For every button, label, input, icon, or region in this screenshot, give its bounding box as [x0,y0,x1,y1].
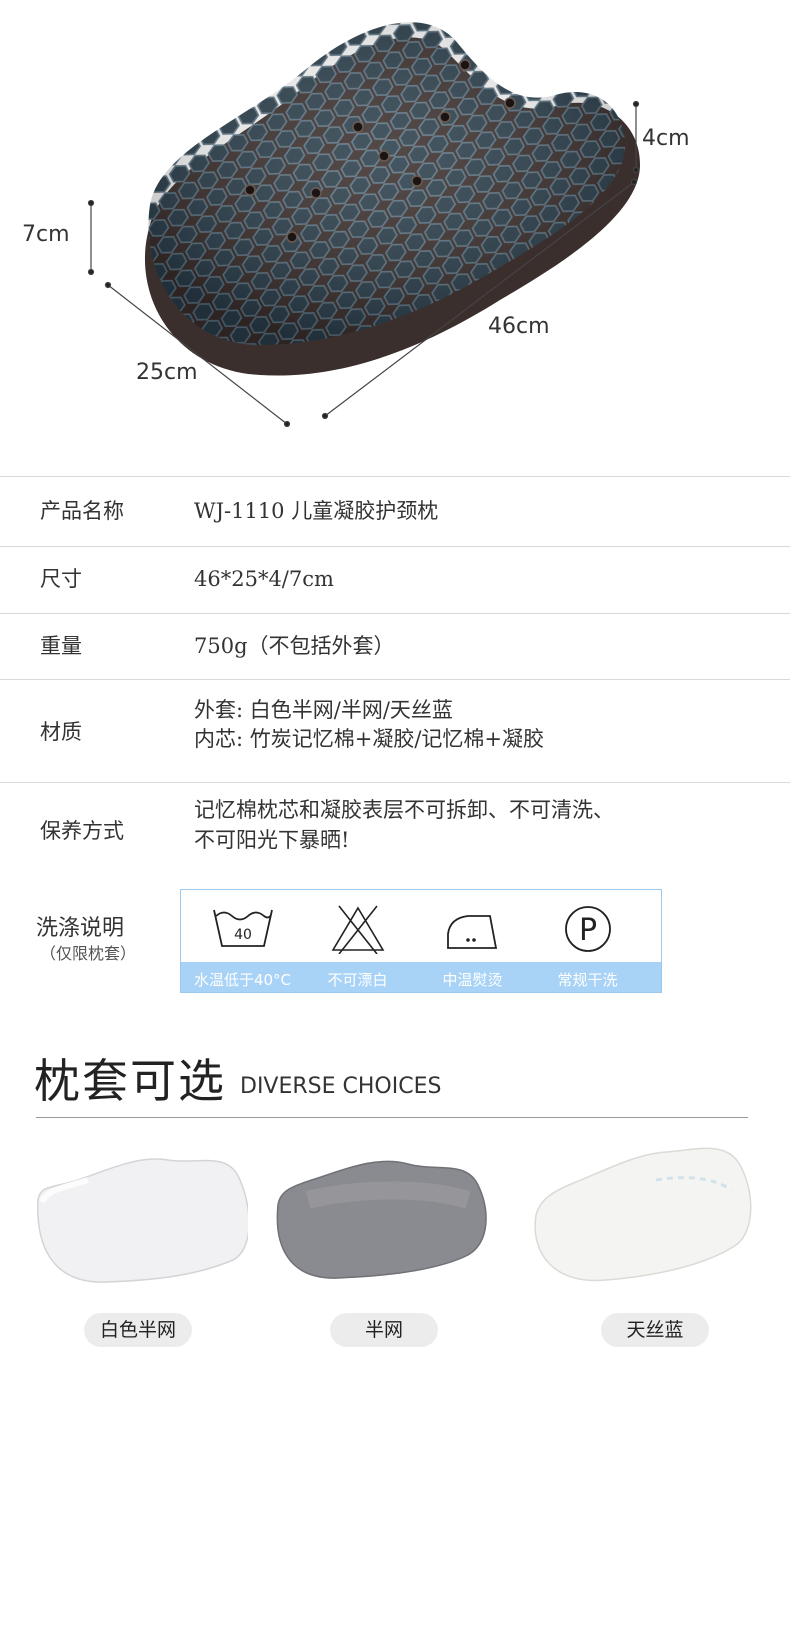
spec-label: 保养方式 [40,819,124,843]
spec-label: 尺寸 [40,567,82,591]
option-label-white-half-mesh[interactable]: 白色半网 [84,1313,192,1347]
wash-instructions-panel: 40 水温低于40°C 不可漂白 中温熨烫 P 常规干洗 [180,889,662,993]
dry-clean-p-icon: P [565,906,611,952]
spec-value: 750g（不包括外套） [194,634,395,658]
dimension-label-height-back: 7cm [22,222,70,247]
svg-text:40: 40 [234,927,252,943]
wash-item: 40 水温低于40°C [185,890,300,994]
spec-value-line: 记忆棉枕芯和凝胶表层不可拆卸、不可清洗、 [194,798,614,822]
gel-pillow-illustration [87,22,641,428]
dimension-label-height-front: 4cm [642,126,690,151]
wash-sub-label: （仅限枕套） [40,944,137,963]
no-bleach-icon [331,905,385,954]
spec-value-line: 内芯: 竹炭记忆棉+凝胶/记忆棉+凝胶 [194,727,545,751]
iron-medium-icon [447,915,498,949]
spec-value: 46*25*4/7cm [194,567,334,591]
spec-label: 材质 [40,720,82,744]
wash-caption: 不可漂白 [327,971,388,989]
spec-value-line: 外套: 白色半网/半网/天丝蓝 [194,698,453,722]
section-subtitle: DIVERSE CHOICES [240,1074,442,1099]
spec-value: WJ-1110 儿童凝胶护颈枕 [194,499,439,523]
wash-label: 洗涤说明 [36,916,125,941]
pillow-option-image [534,1147,752,1282]
spec-row-material: 材质 外套: 白色半网/半网/天丝蓝 内芯: 竹炭记忆棉+凝胶/记忆棉+凝胶 [0,679,790,782]
wash-item: 中温熨烫 [415,890,530,994]
pillow-option-image [276,1160,487,1279]
section-title: 枕套可选 [34,1054,226,1108]
section-divider [36,1117,748,1118]
svg-text:P: P [579,913,597,948]
wash-caption: 常规干洗 [557,971,618,989]
spec-label: 产品名称 [40,499,124,523]
spec-row-care: 保养方式 记忆棉枕芯和凝胶表层不可拆卸、不可清洗、 不可阳光下暴晒! [0,782,790,883]
hero-product-image: 7cm 4cm 25cm 46cm [0,0,790,470]
dimension-label-length: 46cm [488,314,550,339]
option-label-tencel-blue[interactable]: 天丝蓝 [601,1313,709,1347]
wash-40-icon: 40 [213,909,273,947]
spec-value-line: 不可阳光下暴晒! [194,828,350,852]
spec-row-name: 产品名称 WJ-1110 儿童凝胶护颈枕 [0,476,790,545]
wash-item: 不可漂白 [300,890,415,994]
dimension-label-depth: 25cm [136,360,198,385]
wash-caption: 中温熨烫 [442,971,503,989]
wash-caption: 水温低于40°C [193,971,292,989]
wash-item: P 常规干洗 [530,890,645,994]
option-label-half-mesh[interactable]: 半网 [330,1313,438,1347]
spec-row-weight: 重量 750g（不包括外套） [0,613,790,680]
pillow-option-image [37,1158,248,1283]
spec-label: 重量 [40,634,82,658]
spec-row-size: 尺寸 46*25*4/7cm [0,546,790,613]
